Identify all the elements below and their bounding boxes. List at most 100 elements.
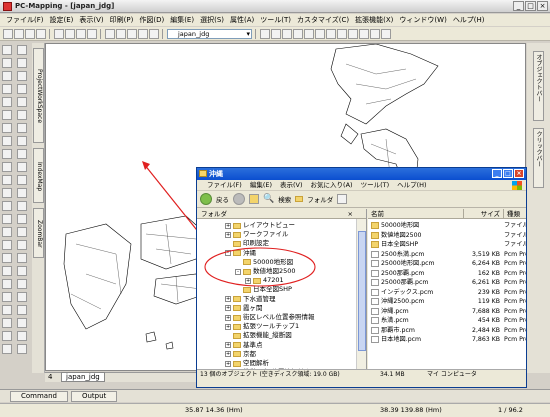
pan-icon[interactable]: [293, 28, 303, 39]
tool-icon[interactable]: [2, 305, 12, 315]
file-row[interactable]: 糸満.pcm 454 KB Pcm Proj: [368, 316, 526, 325]
tool-icon[interactable]: [17, 97, 27, 107]
grid-icon[interactable]: [127, 28, 137, 39]
file-row[interactable]: 沖縄2500.pcm 119 KB Pcm Proj: [368, 297, 526, 306]
print-icon[interactable]: [36, 28, 46, 39]
tool-icon[interactable]: [17, 227, 27, 237]
tool-icon[interactable]: [2, 45, 12, 55]
menu-extensions[interactable]: 拡張機能(X): [355, 15, 393, 25]
document-select[interactable]: japan_jdg: [167, 28, 252, 39]
arrow-icon[interactable]: [260, 28, 270, 39]
tool-icon[interactable]: [2, 188, 12, 198]
tool-icon[interactable]: [17, 292, 27, 302]
point-icon[interactable]: [348, 28, 358, 39]
tool-icon[interactable]: [17, 253, 27, 263]
tool-icon[interactable]: [17, 71, 27, 81]
back-arrow-icon[interactable]: [200, 193, 212, 205]
tool-icon[interactable]: [2, 97, 12, 107]
tool-icon[interactable]: [2, 110, 12, 120]
open-icon[interactable]: [14, 28, 24, 39]
undo-icon[interactable]: [87, 28, 97, 39]
tool-icon[interactable]: [2, 175, 12, 185]
file-row[interactable]: インデックス.pcm 239 KB Pcm Proj: [368, 288, 526, 297]
tool-icon[interactable]: [2, 71, 12, 81]
tool-icon[interactable]: [17, 110, 27, 120]
copy-icon[interactable]: [65, 28, 75, 39]
tool-icon[interactable]: [2, 292, 12, 302]
tool-icon[interactable]: [2, 240, 12, 250]
maximize-button[interactable]: □: [525, 1, 536, 11]
col-type[interactable]: 種類: [504, 209, 520, 218]
tab-zoom-bar[interactable]: ZoomBar: [33, 208, 44, 258]
menu-attribute[interactable]: 属性(A): [230, 15, 254, 25]
file-row[interactable]: 沖縄.pcm 7,688 KB Pcm Proj: [368, 307, 526, 316]
polygon-icon[interactable]: [370, 28, 380, 39]
back-button[interactable]: 戻る: [216, 194, 229, 204]
select-poly-icon[interactable]: [337, 28, 347, 39]
menu-file[interactable]: ファイル(F): [6, 15, 44, 25]
menu-settings[interactable]: 設定(E): [50, 15, 74, 25]
ex-menu-file[interactable]: ファイル(F): [207, 180, 242, 190]
tool-icon[interactable]: [2, 253, 12, 263]
menu-tools[interactable]: ツール(T): [260, 15, 291, 25]
forward-arrow-icon[interactable]: [233, 193, 245, 205]
new-icon[interactable]: [3, 28, 13, 39]
ex-menu-view[interactable]: 表示(V): [280, 180, 303, 190]
tool-icon[interactable]: [17, 266, 27, 276]
help-icon[interactable]: [149, 28, 159, 39]
col-size[interactable]: サイズ: [464, 209, 504, 218]
folders-button[interactable]: フォルダ: [307, 194, 333, 204]
tool-icon[interactable]: [17, 331, 27, 341]
menu-edit[interactable]: 編集(E): [170, 15, 194, 25]
tab-click-bar[interactable]: クリックバー: [533, 128, 544, 188]
refresh-icon[interactable]: [304, 28, 314, 39]
explorer-minimize-button[interactable]: _: [492, 169, 502, 178]
tool-icon[interactable]: [2, 58, 12, 68]
file-row[interactable]: 2500糸満.pcm 3,519 KB Pcm Proj: [368, 250, 526, 259]
tool-icon[interactable]: [2, 123, 12, 133]
file-row[interactable]: 那覇市.pcm 2,484 KB Pcm Proj: [368, 326, 526, 335]
menu-print[interactable]: 印刷(P): [110, 15, 134, 25]
tool-icon[interactable]: [17, 318, 27, 328]
cut-icon[interactable]: [54, 28, 64, 39]
tool-icon[interactable]: [17, 344, 27, 354]
file-row[interactable]: 数値地図2500 ファイル フォ: [368, 231, 526, 240]
tool-icon[interactable]: [17, 123, 27, 133]
file-row[interactable]: 50000地形図 ファイル フォ: [368, 221, 526, 230]
ex-menu-help[interactable]: ヘルプ(H): [397, 180, 426, 190]
tool-icon[interactable]: [2, 136, 12, 146]
tool-icon[interactable]: [17, 162, 27, 172]
tab-object-bar[interactable]: オブジェクトバー: [533, 51, 544, 121]
paste-icon[interactable]: [76, 28, 86, 39]
tool-icon[interactable]: [2, 344, 12, 354]
views-icon[interactable]: [337, 194, 348, 204]
close-button[interactable]: ×: [537, 1, 548, 11]
tool-icon[interactable]: [17, 305, 27, 315]
search-button[interactable]: 検索: [278, 194, 291, 204]
tab-output[interactable]: Output: [70, 390, 118, 402]
table-icon[interactable]: [116, 28, 126, 39]
up-folder-icon[interactable]: [249, 194, 259, 204]
tool-icon[interactable]: [2, 227, 12, 237]
tool-icon[interactable]: [2, 149, 12, 159]
tool-icon[interactable]: [17, 201, 27, 211]
tool-icon[interactable]: [17, 279, 27, 289]
explorer-close-button[interactable]: ×: [514, 169, 524, 178]
tool-icon[interactable]: [17, 58, 27, 68]
info-icon[interactable]: [138, 28, 148, 39]
menu-select[interactable]: 選択(S): [200, 15, 224, 25]
line-icon[interactable]: [359, 28, 369, 39]
col-name[interactable]: 名前: [368, 209, 464, 218]
explorer-maximize-button[interactable]: □: [503, 169, 513, 178]
tool-icon[interactable]: [17, 45, 27, 55]
tool-icon[interactable]: [2, 279, 12, 289]
file-row[interactable]: 25000那覇.pcm 6,261 KB Pcm Proj: [368, 278, 526, 287]
file-row[interactable]: 25000地形図.pcm 6,264 KB Pcm Proj: [368, 259, 526, 268]
menu-view[interactable]: 表示(V): [79, 15, 103, 25]
layer-icon[interactable]: [105, 28, 115, 39]
tool-icon[interactable]: [2, 214, 12, 224]
tool-icon[interactable]: [17, 175, 27, 185]
tool-icon[interactable]: [2, 331, 12, 341]
tool-icon[interactable]: [17, 214, 27, 224]
file-row[interactable]: 日本地図.pcm 7,863 KB Pcm Proj: [368, 335, 526, 344]
